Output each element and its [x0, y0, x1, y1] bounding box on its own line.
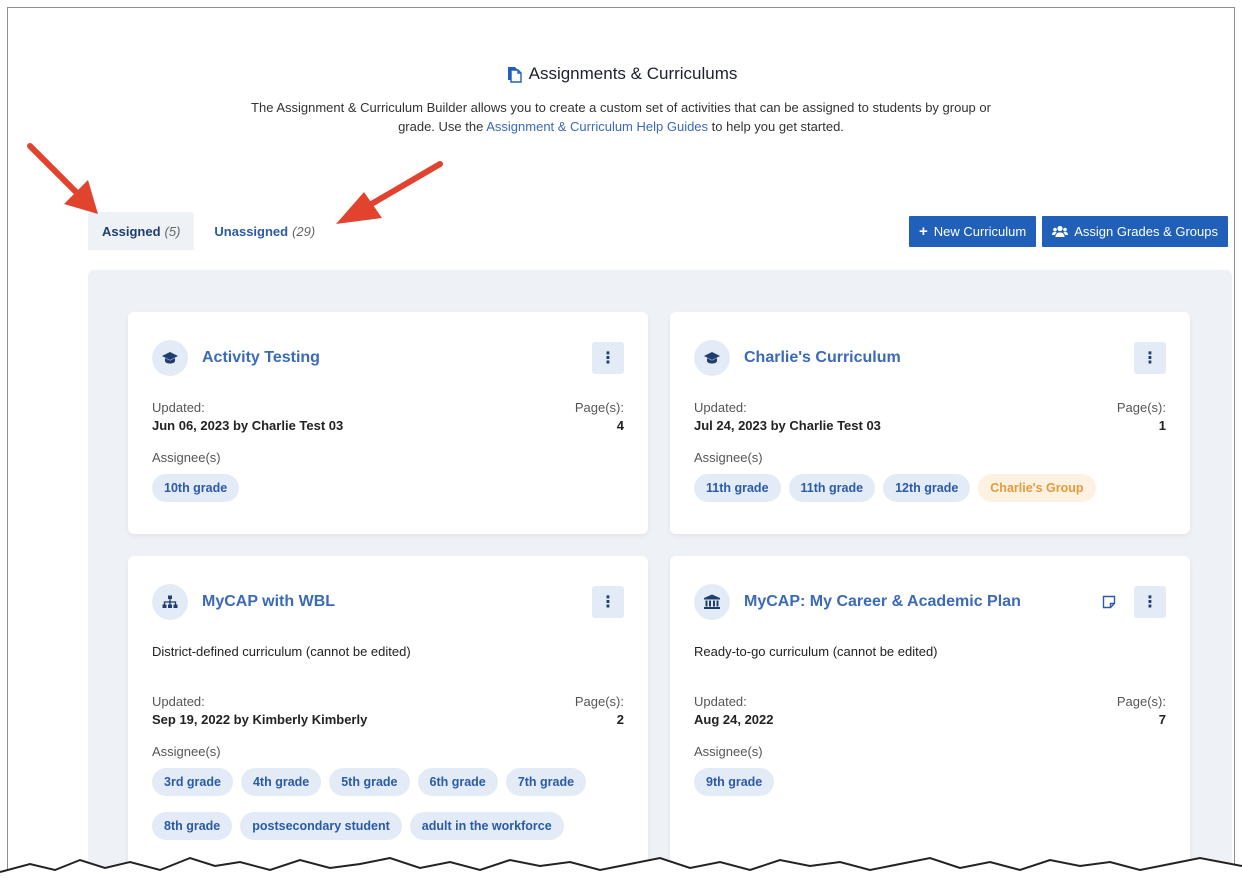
tab-assigned-label: Assigned [102, 223, 161, 239]
assignee-tags: 10th grade [152, 474, 624, 502]
curriculum-note: Ready-to-go curriculum (cannot be edited… [694, 644, 938, 659]
page-title: Assignments & Curriculums [505, 64, 738, 84]
help-guides-link[interactable]: Assignment & Curriculum Help Guides [486, 119, 708, 134]
tab-assigned-count: (5) [164, 223, 181, 239]
assignees-label: Assignee(s) [152, 450, 221, 465]
card-header: MyCAP: My Career & Academic Plan ⋮ [694, 584, 1166, 620]
updated-value: Aug 24, 2022 [694, 712, 774, 727]
card-title[interactable]: Activity Testing [202, 349, 592, 367]
assignee-tag: 9th grade [694, 768, 775, 796]
assignee-tag: 6th grade [417, 768, 498, 796]
tab-unassigned[interactable]: Unassigned (29) [200, 212, 329, 250]
org-chart-icon [152, 584, 188, 620]
assignee-tags: 11th grade 11th grade 12th grade Charlie… [694, 474, 1166, 502]
assignee-tag: 4th grade [240, 768, 322, 796]
curriculum-card: MyCAP with WBL ⋮ District-defined curric… [128, 556, 648, 876]
assignee-tag: 12th grade [883, 474, 971, 502]
assignee-tag: 7th grade [505, 768, 587, 796]
pages-label: Page(s): [574, 400, 624, 415]
torn-edge [0, 856, 1242, 890]
tab-unassigned-label: Unassigned [214, 223, 289, 239]
graduation-cap-icon [694, 340, 730, 376]
annotation-arrow-unassigned [336, 161, 443, 224]
description-text-end: to help you get started. [708, 119, 844, 134]
more-options-button[interactable]: ⋮ [1134, 342, 1166, 374]
card-title[interactable]: MyCAP: My Career & Academic Plan [744, 593, 1098, 611]
page-header: Assignments & Curriculums The Assignment… [8, 64, 1234, 136]
page-title-text: Assignments & Curriculums [528, 64, 738, 83]
new-curriculum-button[interactable]: + New Curriculum [908, 216, 1037, 247]
assignee-tag: 8th grade [152, 812, 233, 840]
updated-label: Updated: [152, 694, 205, 709]
tab-unassigned-count: (29) [292, 223, 316, 239]
pages-value: 7 [1158, 712, 1166, 727]
assignee-tag: 11th grade [694, 474, 781, 502]
assignee-tag: postsecondary student [240, 812, 402, 840]
updated-value: Jul 24, 2023 by Charlie Test 03 [694, 418, 881, 433]
new-curriculum-label: New Curriculum [933, 224, 1027, 239]
card-title[interactable]: Charlie's Curriculum [744, 349, 1134, 367]
card-header: Activity Testing ⋮ [152, 340, 624, 376]
assignee-tags: 9th grade [694, 768, 1166, 796]
documents-icon [507, 67, 522, 83]
assign-grades-groups-button[interactable]: Assign Grades & Groups [1042, 216, 1228, 247]
assignees-label: Assignee(s) [694, 450, 763, 465]
sticky-note-icon[interactable] [1098, 591, 1120, 613]
action-buttons: + New Curriculum Assign Grades & Groups [908, 216, 1228, 247]
screenshot-frame: Assignments & Curriculums The Assignment… [7, 7, 1235, 883]
updated-value: Jun 06, 2023 by Charlie Test 03 [152, 418, 344, 433]
curriculum-note: District-defined curriculum (cannot be e… [152, 644, 411, 659]
pages-value: 1 [1158, 418, 1166, 433]
assign-grades-groups-label: Assign Grades & Groups [1074, 224, 1218, 239]
card-header: MyCAP with WBL ⋮ [152, 584, 624, 620]
institution-icon [694, 584, 730, 620]
pages-value: 2 [616, 712, 624, 727]
updated-value: Sep 19, 2022 by Kimberly Kimberly [152, 712, 368, 727]
pages-label: Page(s): [1116, 400, 1166, 415]
more-options-button[interactable]: ⋮ [592, 586, 624, 618]
plus-icon: + [918, 223, 928, 240]
tab-bar: Assigned (5) Unassigned (29) [88, 212, 329, 250]
assignee-tag: 3rd grade [152, 768, 233, 796]
pages-value: 4 [616, 418, 624, 433]
assignee-tags: 3rd grade 4th grade 5th grade 6th grade … [152, 768, 624, 840]
card-title[interactable]: MyCAP with WBL [202, 593, 592, 611]
curriculum-card: Activity Testing ⋮ Updated: Jun 06, 2023… [128, 312, 648, 534]
assignee-tag: adult in the workforce [409, 812, 564, 840]
users-icon [1052, 225, 1069, 237]
pages-label: Page(s): [574, 694, 624, 709]
updated-label: Updated: [694, 400, 747, 415]
annotation-arrow-assigned [27, 143, 98, 214]
assignees-label: Assignee(s) [694, 744, 763, 759]
more-options-button[interactable]: ⋮ [592, 342, 624, 374]
card-header: Charlie's Curriculum ⋮ [694, 340, 1166, 376]
pages-label: Page(s): [1116, 694, 1166, 709]
group-tag: Charlie's Group [978, 474, 1096, 502]
assignee-tag: 5th grade [329, 768, 410, 796]
assignees-label: Assignee(s) [152, 744, 221, 759]
updated-label: Updated: [694, 694, 747, 709]
assignee-tag: 11th grade [788, 474, 876, 502]
curriculum-list: Activity Testing ⋮ Updated: Jun 06, 2023… [88, 270, 1232, 883]
curriculum-card: Charlie's Curriculum ⋮ Updated: Jul 24, … [670, 312, 1190, 534]
page-description: The Assignment & Curriculum Builder allo… [251, 98, 991, 136]
graduation-cap-icon [152, 340, 188, 376]
assignee-tag: 10th grade [152, 474, 240, 502]
more-options-button[interactable]: ⋮ [1134, 586, 1166, 618]
updated-label: Updated: [152, 400, 205, 415]
curriculum-card: MyCAP: My Career & Academic Plan ⋮ Ready… [670, 556, 1190, 876]
